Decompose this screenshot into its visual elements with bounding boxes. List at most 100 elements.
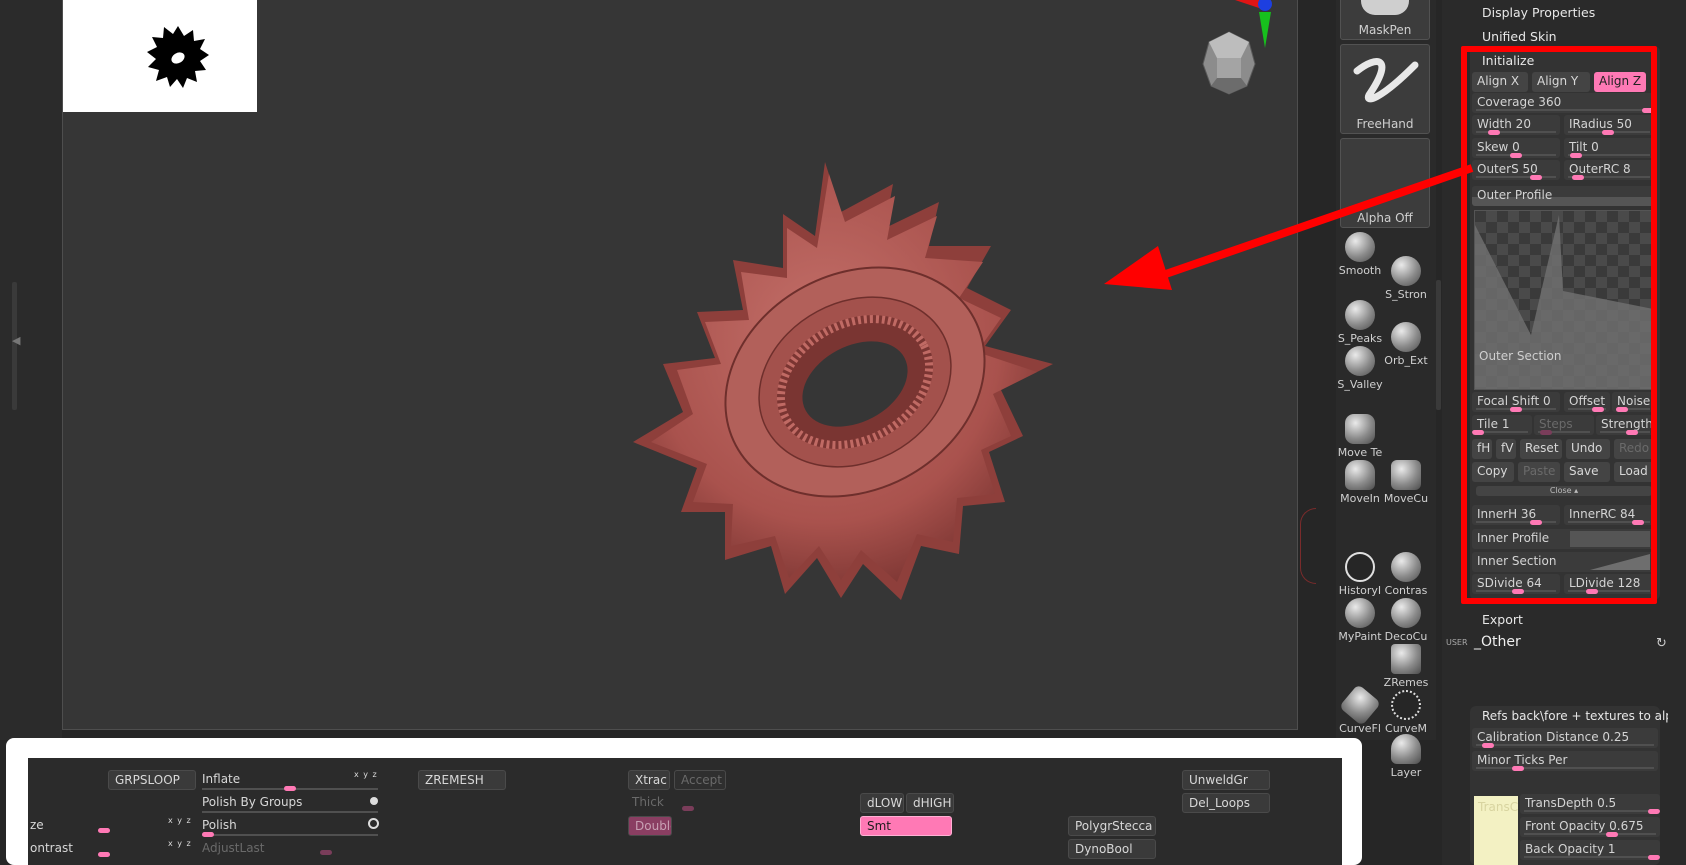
align-y-button[interactable]: Align Y — [1532, 72, 1590, 92]
xtrac-button[interactable]: Xtrac — [628, 770, 670, 790]
polish-slider-knob[interactable] — [202, 832, 214, 837]
iradius-slider[interactable]: IRadius 50 — [1564, 115, 1654, 135]
dlow-button[interactable]: dLOW — [860, 793, 904, 813]
dhigh-button[interactable]: dHIGH — [906, 793, 954, 813]
brush-decocu[interactable]: DecoCu — [1382, 598, 1430, 643]
transc-color-swatch[interactable]: TransC — [1474, 796, 1518, 865]
polygrstecca-button[interactable]: PolygrStecca — [1068, 816, 1156, 836]
inner-profile-curve[interactable]: Inner Profile — [1472, 529, 1654, 549]
smt-toggle[interactable]: Smt — [860, 816, 952, 836]
outer-section-curve-editor[interactable]: Outer Section — [1474, 210, 1654, 390]
orb-ext-brush-icon — [1391, 322, 1421, 352]
adjust-last-label: AdjustLast — [202, 841, 265, 855]
transdepth-slider[interactable]: TransDepth 0.5 — [1520, 794, 1660, 814]
accept-button[interactable]: Accept — [674, 770, 726, 790]
double-button[interactable]: Double — [628, 816, 672, 836]
undo-button[interactable]: Undo — [1566, 439, 1610, 459]
align-z-button[interactable]: Align Z — [1594, 72, 1646, 92]
inflate-xyz-toggle[interactable]: x y z — [354, 770, 378, 779]
front-opacity-slider[interactable]: Front Opacity 0.675 — [1520, 817, 1660, 837]
zremesh-button[interactable]: ZREMESH — [418, 770, 506, 790]
contrast-slider-knob[interactable] — [98, 852, 110, 857]
minor-ticks-slider[interactable]: Minor Ticks Per — [1472, 751, 1658, 771]
unweldgr-button[interactable]: UnweldGr — [1182, 770, 1270, 790]
size-label: ze — [30, 818, 44, 832]
brush-history[interactable]: HistoryI — [1336, 552, 1384, 597]
brush-zremes[interactable]: ZRemes — [1382, 644, 1430, 689]
brush-orb-ext[interactable]: Orb_Ext — [1382, 322, 1430, 367]
polish-slider[interactable] — [202, 834, 378, 836]
brush-contras[interactable]: Contras — [1382, 552, 1430, 597]
calibration-distance-slider[interactable]: Calibration Distance 0.25 — [1472, 728, 1658, 748]
brush-curvem[interactable]: CurveM — [1382, 690, 1430, 735]
align-x-button[interactable]: Align X — [1472, 72, 1528, 92]
outerrc-slider[interactable]: OuterRC 8 — [1564, 160, 1654, 180]
back-opacity-slider[interactable]: Back Opacity 1 — [1520, 840, 1660, 860]
load-button[interactable]: Load — [1614, 462, 1654, 482]
thick-slider[interactable] — [682, 806, 694, 811]
polish-toggle[interactable] — [368, 818, 379, 829]
initialize-menu[interactable]: Initialize — [1482, 53, 1534, 68]
size-slider-knob[interactable] — [98, 828, 110, 833]
flip-v-button[interactable]: fV — [1496, 439, 1516, 459]
outers-slider[interactable]: OuterS 50 — [1472, 160, 1560, 180]
refs-menu[interactable]: Refs back\fore + textures to alpha — [1482, 709, 1668, 723]
brush-mypaint[interactable]: MyPaint — [1336, 598, 1384, 643]
brush-curvefl[interactable]: CurveFl — [1336, 683, 1384, 735]
brush-move-te[interactable]: Move Te — [1336, 414, 1384, 459]
brush-tile-freehand[interactable]: FreeHand — [1340, 44, 1430, 134]
redo-button[interactable]: Redo — [1614, 439, 1654, 459]
flip-h-button[interactable]: fH — [1472, 439, 1492, 459]
tilt-slider[interactable]: Tilt 0 — [1564, 138, 1654, 158]
grpsloop-button[interactable]: GRPSLOOP — [108, 770, 196, 790]
brush-tile-maskpen[interactable]: MaskPen — [1340, 0, 1430, 40]
inflate-slider-knob[interactable] — [284, 786, 296, 791]
refresh-icon[interactable]: ↻ — [1656, 636, 1667, 651]
noise-slider[interactable]: Noise — [1612, 392, 1654, 412]
steps-slider[interactable]: Steps — [1534, 415, 1594, 435]
axis-gizmo-icon[interactable] — [1235, 0, 1297, 52]
dynobool-button[interactable]: DynoBool — [1068, 839, 1156, 859]
s-peaks-brush-icon — [1345, 300, 1375, 330]
coverage-slider[interactable]: Coverage 360 — [1472, 93, 1654, 113]
tile-slider[interactable]: Tile 1 — [1472, 415, 1532, 435]
display-properties-menu[interactable]: Display Properties — [1482, 5, 1595, 20]
other-menu-title[interactable]: _Other — [1474, 634, 1521, 650]
reset-button[interactable]: Reset — [1520, 439, 1562, 459]
unified-skin-menu[interactable]: Unified Skin — [1482, 29, 1557, 44]
focal-shift-slider[interactable]: Focal Shift 0 — [1472, 392, 1560, 412]
innerh-slider[interactable]: InnerH 36 — [1472, 505, 1560, 525]
paste-button[interactable]: Paste — [1518, 462, 1560, 482]
contrast-xyz-toggle[interactable]: x y z — [168, 839, 192, 848]
brush-s-valley[interactable]: S_Valley — [1336, 346, 1384, 391]
viewport-canvas[interactable] — [62, 0, 1298, 730]
brush-movein[interactable]: MoveIn — [1336, 460, 1384, 505]
strength-slider[interactable]: Strength — [1596, 415, 1654, 435]
right-tray-handle[interactable] — [1436, 280, 1441, 410]
save-button[interactable]: Save — [1564, 462, 1610, 482]
adjust-last-slider[interactable] — [320, 850, 332, 855]
size-xyz-toggle[interactable]: x y z — [168, 816, 192, 825]
innerrc-slider[interactable]: InnerRC 84 — [1564, 505, 1654, 525]
spiky-ring-model[interactable] — [593, 150, 1113, 650]
inner-section-curve[interactable]: Inner Section — [1472, 552, 1654, 572]
skew-slider[interactable]: Skew 0 — [1472, 138, 1560, 158]
left-tray-arrow-icon[interactable]: ◀ — [12, 334, 20, 347]
copy-button[interactable]: Copy — [1472, 462, 1514, 482]
brush-s-peaks[interactable]: S_Peaks — [1336, 300, 1384, 345]
width-slider[interactable]: Width 20 — [1472, 115, 1560, 135]
alpha-preview[interactable] — [63, 0, 257, 112]
polish-by-groups-slider[interactable] — [202, 811, 378, 813]
outer-profile-curve[interactable]: Outer Profile — [1472, 186, 1654, 206]
brush-layer[interactable]: Layer — [1382, 734, 1430, 779]
del-loops-button[interactable]: Del_Loops — [1182, 793, 1270, 813]
ldivide-slider[interactable]: LDivide 128 — [1564, 574, 1654, 594]
polish-label: Polish — [202, 818, 237, 832]
outer-section-label: Outer Section — [1479, 349, 1562, 363]
sdivide-slider[interactable]: SDivide 64 — [1472, 574, 1560, 594]
close-curve-button[interactable]: Close ▴ — [1476, 486, 1652, 496]
brush-movecu[interactable]: MoveCu — [1382, 460, 1430, 505]
export-menu[interactable]: Export — [1482, 612, 1523, 627]
offset-slider[interactable]: Offset — [1564, 392, 1610, 412]
polish-by-groups-toggle[interactable] — [370, 797, 378, 805]
